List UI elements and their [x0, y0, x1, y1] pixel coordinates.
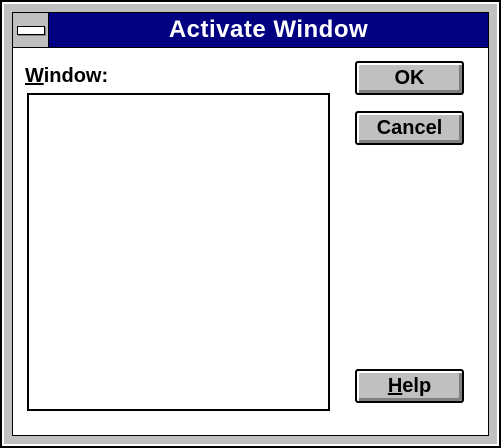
help-button[interactable]: Help: [355, 369, 464, 403]
help-label-text: elp: [402, 375, 432, 397]
window-label-mnemonic: W: [25, 65, 44, 87]
dialog-body: Activate Window Window: OK Cancel Help: [12, 12, 489, 436]
window-label-text: indow:: [43, 65, 109, 87]
dialog-title: Activate Window: [168, 16, 369, 43]
title-bar[interactable]: Activate Window: [13, 13, 488, 48]
window-list-box[interactable]: [27, 93, 330, 411]
activate-window-dialog: Activate Window Window: OK Cancel Help: [0, 0, 501, 448]
system-menu-icon[interactable]: [13, 13, 49, 47]
help-mnemonic: H: [387, 375, 403, 397]
ok-button[interactable]: OK: [355, 61, 464, 95]
system-menu-bar-glyph: [17, 26, 45, 35]
cancel-button[interactable]: Cancel: [355, 111, 464, 145]
window-list-label: Window:: [25, 65, 108, 88]
